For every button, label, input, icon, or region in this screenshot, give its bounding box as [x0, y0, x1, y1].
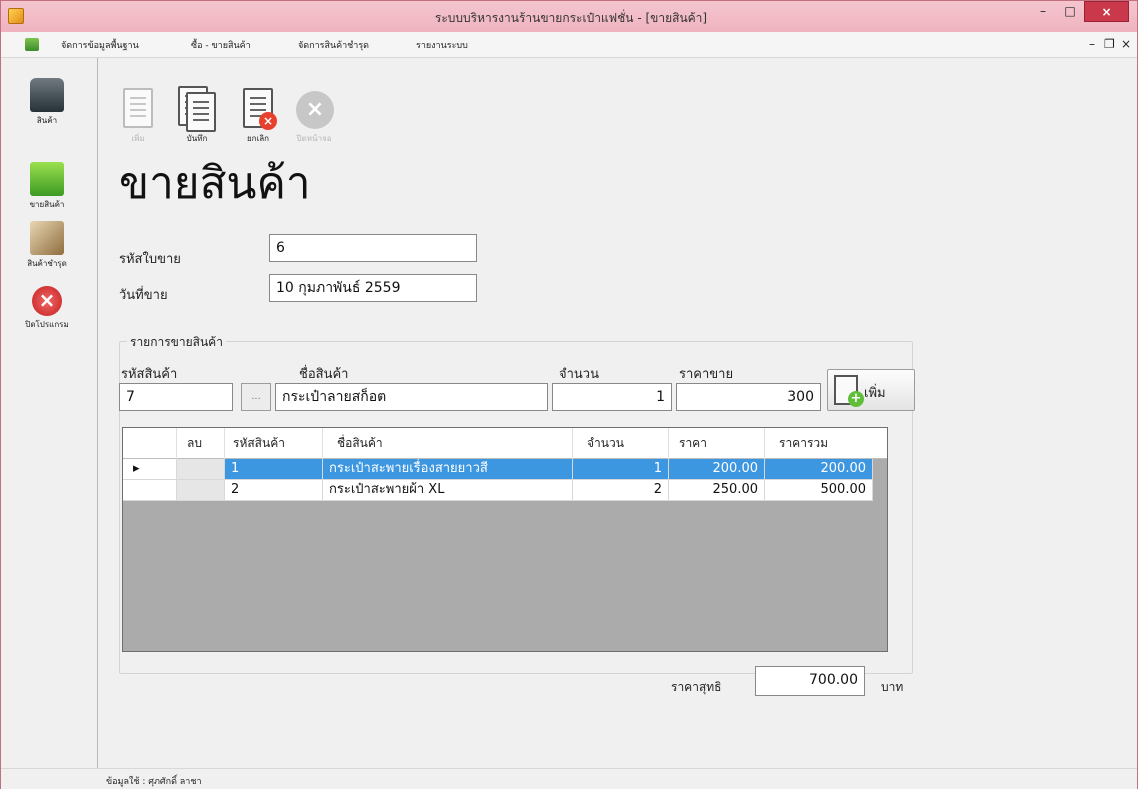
- close-button[interactable]: ×: [1084, 1, 1129, 22]
- col-code[interactable]: รหัสสินค้า: [225, 428, 323, 459]
- title-bar[interactable]: ระบบบริหารงานร้านขายกระเป๋าแฟชั่น - [ขาย…: [1, 1, 1137, 32]
- close-circle-icon: ×: [295, 86, 334, 134]
- status-bar: ข้อมูลใช้ : ศุภศักดิ์ ลาชา: [1, 768, 1137, 789]
- menu-damaged[interactable]: จัดการสินค้าชำรุด: [298, 38, 369, 52]
- menu-bar: จัดการข้อมูลพื้นฐาน ซื้อ - ขายสินค้า จัด…: [1, 32, 1137, 58]
- cell-code[interactable]: 1: [225, 459, 323, 480]
- cell-total[interactable]: 200.00: [765, 459, 873, 480]
- mdi-restore-button[interactable]: ❐: [1104, 37, 1115, 51]
- browse-product-button[interactable]: ...: [241, 383, 271, 411]
- shopping-bag-icon: [30, 162, 64, 196]
- table-row[interactable]: ▸ 1 กระเป๋าสะพายเรื่องสายยาวสี 1 200.00 …: [123, 459, 887, 480]
- sidebar-item-exit[interactable]: × ปิดโปรแกรม: [4, 286, 90, 331]
- menu-reports[interactable]: รายงานระบบ: [416, 38, 468, 52]
- damaged-box-icon: [30, 221, 64, 255]
- grid-rowheader-corner: [123, 428, 177, 459]
- bag-icon: [30, 78, 64, 112]
- price-label: ราคาขาย: [679, 367, 734, 382]
- minimize-button[interactable]: –: [1030, 1, 1056, 22]
- product-name-field[interactable]: กระเป๋าลายสก็อต: [275, 383, 548, 411]
- row-header: [123, 480, 177, 501]
- delete-row-button[interactable]: [177, 480, 225, 501]
- save-button[interactable]: บันทึก: [172, 86, 222, 145]
- quantity-field[interactable]: 1: [552, 383, 672, 411]
- window-title: ระบบบริหารงานร้านขายกระเป๋าแฟชั่น - [ขาย…: [434, 11, 708, 25]
- product-code-field[interactable]: 7: [119, 383, 233, 411]
- sidebar-item-damaged[interactable]: สินค้าชำรุด: [4, 221, 90, 270]
- cell-code[interactable]: 2: [225, 480, 323, 501]
- sidebar: สินค้า ขายสินค้า สินค้าชำรุด × ปิดโปรแกร…: [2, 58, 98, 768]
- col-qty[interactable]: จำนวน: [573, 428, 669, 459]
- app-window: ระบบบริหารงานร้านขายกระเป๋าแฟชั่น - [ขาย…: [0, 0, 1138, 789]
- menu-basic-data[interactable]: จัดการข้อมูลพื้นฐาน: [61, 38, 139, 52]
- new-document-icon: [119, 86, 157, 134]
- menu-buy-sell[interactable]: ซื้อ - ขายสินค้า: [191, 38, 251, 52]
- name-label: ชื่อสินค้า: [299, 367, 349, 382]
- col-price[interactable]: ราคา: [669, 428, 765, 459]
- date-field[interactable]: 10 กุมภาพันธ์ 2559: [269, 274, 477, 302]
- add-document-icon: +: [834, 375, 864, 407]
- sale-items-grid[interactable]: ลบ รหัสสินค้า ชื่อสินค้า จำนวน ราคา ราคา…: [122, 427, 888, 652]
- mdi-child-icon: [25, 38, 39, 51]
- col-total[interactable]: ราคารวม: [765, 428, 887, 459]
- sidebar-item-products[interactable]: สินค้า: [4, 78, 90, 127]
- code-label: รหัสสินค้า: [121, 367, 178, 382]
- table-row[interactable]: 2 กระเป๋าสะพายผ้า XL 2 250.00 500.00: [123, 480, 887, 501]
- app-icon: [8, 8, 24, 24]
- sell-form: เพิ่ม บันทึก × ยกเลิก × ปิดหน้าจอ ขายสิน…: [99, 58, 1137, 768]
- cell-price[interactable]: 250.00: [669, 480, 765, 501]
- add-button[interactable]: เพิ่ม: [113, 86, 163, 145]
- mdi-minimize-button[interactable]: –: [1089, 37, 1095, 51]
- close-screen-button[interactable]: × ปิดหน้าจอ: [289, 86, 339, 145]
- col-delete[interactable]: ลบ: [177, 428, 225, 459]
- sidebar-item-sell[interactable]: ขายสินค้า: [4, 162, 90, 211]
- invoice-label: รหัสใบขาย: [119, 252, 181, 267]
- sale-items-group-title: รายการขายสินค้า: [127, 333, 226, 352]
- net-total-field: 700.00: [755, 666, 865, 696]
- col-name[interactable]: ชื่อสินค้า: [323, 428, 573, 459]
- add-item-label: เพิ่ม: [864, 386, 886, 401]
- exit-icon: ×: [32, 286, 62, 316]
- maximize-button[interactable]: □: [1057, 1, 1083, 22]
- delete-row-button[interactable]: [177, 459, 225, 480]
- cell-total[interactable]: 500.00: [765, 480, 873, 501]
- save-documents-icon: [178, 86, 216, 134]
- sidebar-item-label: ขายสินค้า: [29, 200, 65, 209]
- add-item-button[interactable]: + เพิ่ม: [827, 369, 915, 411]
- cancel-button[interactable]: × ยกเลิก: [233, 86, 283, 145]
- date-label: วันที่ขาย: [119, 288, 168, 303]
- net-total-label: ราคาสุทธิ: [671, 680, 722, 694]
- currency-unit: บาท: [881, 680, 904, 694]
- qty-label: จำนวน: [559, 367, 599, 382]
- sidebar-item-label: สินค้าชำรุด: [27, 259, 67, 268]
- sidebar-item-label: สินค้า: [36, 116, 58, 125]
- cell-qty[interactable]: 2: [573, 480, 669, 501]
- cell-price[interactable]: 200.00: [669, 459, 765, 480]
- mdi-close-button[interactable]: ×: [1121, 37, 1131, 51]
- page-title: ขายสินค้า: [119, 158, 311, 209]
- row-indicator-icon: ▸: [123, 459, 177, 480]
- cell-name[interactable]: กระเป๋าสะพายเรื่องสายยาวสี: [323, 459, 573, 480]
- grid-header: ลบ รหัสสินค้า ชื่อสินค้า จำนวน ราคา ราคา…: [123, 428, 887, 459]
- status-user-text: ข้อมูลใช้ : ศุภศักดิ์ ลาชา: [106, 777, 202, 787]
- invoice-field[interactable]: 6: [269, 234, 477, 262]
- price-field[interactable]: 300: [676, 383, 821, 411]
- cell-name[interactable]: กระเป๋าสะพายผ้า XL: [323, 480, 573, 501]
- sidebar-item-label: ปิดโปรแกรม: [25, 320, 69, 329]
- cancel-document-icon: ×: [239, 86, 277, 134]
- cell-qty[interactable]: 1: [573, 459, 669, 480]
